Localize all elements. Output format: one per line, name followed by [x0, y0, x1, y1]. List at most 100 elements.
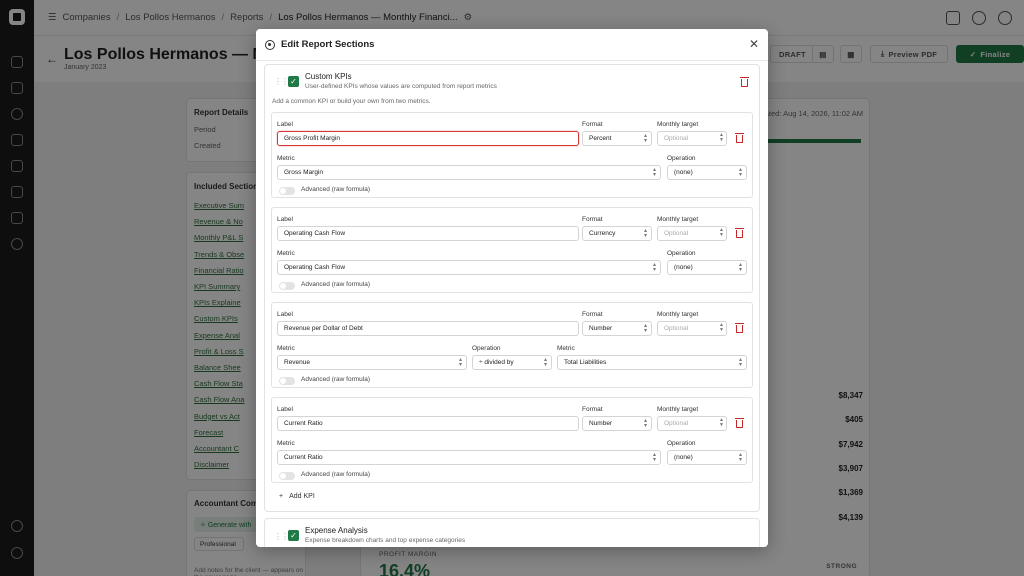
target-placeholder: Optional — [664, 230, 689, 237]
advanced-toggle[interactable] — [279, 472, 295, 480]
edit-report-sections-dialog: Edit Report Sections ✕ ⋮⋮ ✓ Custom KPIs … — [256, 29, 768, 547]
trash-icon[interactable] — [735, 323, 744, 333]
metric-value: Operating Cash Flow — [284, 264, 346, 271]
chevron-updown-icon: ▴ ▾ — [643, 228, 647, 239]
add-kpi-button[interactable]: + Add KPI — [279, 493, 315, 500]
trash-icon[interactable] — [735, 228, 744, 238]
checkbox-custom-kpis[interactable]: ✓ — [288, 76, 299, 87]
plus-icon: + — [279, 493, 284, 500]
metric-select[interactable]: Revenue ▴ ▾ — [277, 355, 467, 370]
monthly-target-input[interactable]: Optional ▲ ▼ — [657, 416, 727, 431]
trash-icon[interactable] — [735, 418, 744, 428]
chevron-updown-icon: ▴ ▾ — [652, 452, 656, 463]
stepper-icon[interactable]: ▲ ▼ — [719, 323, 724, 333]
operation-value: ÷ divided by — [479, 359, 514, 366]
metric-value: Current Ratio — [284, 454, 323, 461]
second-metric-field-label: Metric — [557, 345, 575, 352]
metric-field-label: Metric — [277, 155, 295, 162]
target-placeholder: Optional — [664, 325, 689, 332]
custom-kpis-description: User-defined KPIs whose values are compu… — [305, 83, 497, 90]
chevron-updown-icon: ▴ ▾ — [738, 357, 742, 368]
format-select[interactable]: Currency ▴ ▾ — [582, 226, 652, 241]
stepper-icon[interactable]: ▲ ▼ — [719, 228, 724, 238]
target-placeholder: Optional — [664, 135, 689, 142]
stepper-icon[interactable]: ▲ ▼ — [719, 418, 724, 428]
format-select[interactable]: Percent ▴ ▾ — [582, 131, 652, 146]
format-field-label: Format — [582, 121, 603, 128]
format-value: Currency — [589, 230, 616, 237]
kpi-card: Label Current Ratio Format Number ▴ ▾ Mont… — [271, 397, 753, 483]
label-field-label: Label — [277, 216, 293, 223]
operation-value: (none) — [674, 264, 693, 271]
operation-select[interactable]: (none) ▴ ▾ — [667, 165, 747, 180]
format-select[interactable]: Number ▴ ▾ — [582, 321, 652, 336]
operation-select[interactable]: (none) ▴ ▾ — [667, 450, 747, 465]
chevron-updown-icon: ▴ ▾ — [738, 452, 742, 463]
kpi-card: Label Revenue per Dollar of Debt Format … — [271, 302, 753, 388]
expense-analysis-title: Expense Analysis — [305, 526, 368, 535]
operation-field-label: Operation — [667, 155, 696, 162]
format-value: Number — [589, 325, 613, 332]
operation-field-label: Operation — [667, 440, 696, 447]
trash-icon[interactable] — [735, 133, 744, 143]
monthly-target-input[interactable]: Optional ▲ ▼ — [657, 226, 727, 241]
second-metric-value: Total Liabilities — [564, 359, 607, 366]
metric-select[interactable]: Current Ratio ▴ ▾ — [277, 450, 661, 465]
advanced-toggle[interactable] — [279, 187, 295, 195]
advanced-label: Advanced (raw formula) — [301, 376, 370, 383]
dialog-header: Edit Report Sections ✕ — [256, 29, 768, 61]
drag-handle-icon[interactable]: ⋮⋮ — [274, 77, 289, 86]
checkbox-expense-analysis[interactable]: ✓ — [288, 530, 299, 541]
advanced-label: Advanced (raw formula) — [301, 281, 370, 288]
format-field-label: Format — [582, 406, 603, 413]
chevron-updown-icon: ▴ ▾ — [652, 262, 656, 273]
kpi-card: Label Gross Profit Margin Format Percent… — [271, 112, 753, 198]
expense-analysis-description: Expense breakdown charts and top expense… — [305, 537, 466, 544]
kpi-label-input[interactable]: Current Ratio — [277, 416, 579, 431]
kpi-card: Label Operating Cash Flow Format Currenc… — [271, 207, 753, 293]
drag-handle-icon[interactable]: ⋮⋮ — [274, 532, 289, 541]
format-value: Percent — [589, 135, 612, 142]
operation-value: (none) — [674, 169, 693, 176]
format-field-label: Format — [582, 216, 603, 223]
advanced-label: Advanced (raw formula) — [301, 186, 370, 193]
operation-field-label: Operation — [472, 345, 501, 352]
section-expense-analysis: ⋮⋮ ✓ Expense Analysis Expense breakdown … — [264, 518, 760, 547]
chevron-updown-icon: ▴ ▾ — [458, 357, 462, 368]
metric-field-label: Metric — [277, 440, 295, 447]
operation-field-label: Operation — [667, 250, 696, 257]
format-field-label: Format — [582, 311, 603, 318]
format-select[interactable]: Number ▴ ▾ — [582, 416, 652, 431]
metric-field-label: Metric — [277, 345, 295, 352]
gear-icon — [265, 40, 275, 50]
trash-icon[interactable] — [740, 77, 749, 87]
label-field-label: Label — [277, 311, 293, 318]
format-value: Number — [589, 420, 613, 427]
monthly-target-input[interactable]: Optional ▲ ▼ — [657, 321, 727, 336]
monthly-target-input[interactable]: Optional ▲ ▼ — [657, 131, 727, 146]
kpi-label-input[interactable]: Gross Profit Margin — [277, 131, 579, 146]
dialog-title: Edit Report Sections — [281, 39, 375, 50]
label-field-label: Label — [277, 406, 293, 413]
advanced-toggle[interactable] — [279, 282, 295, 290]
operation-select[interactable]: ÷ divided by ▴ ▾ — [472, 355, 552, 370]
target-placeholder: Optional — [664, 420, 689, 427]
add-kpi-label: Add KPI — [289, 493, 315, 500]
kpi-label-input[interactable]: Operating Cash Flow — [277, 226, 579, 241]
kpi-label-input[interactable]: Revenue per Dollar of Debt — [277, 321, 579, 336]
chevron-updown-icon: ▴ ▾ — [738, 262, 742, 273]
advanced-toggle[interactable] — [279, 377, 295, 385]
second-metric-select[interactable]: Total Liabilities ▴ ▾ — [557, 355, 747, 370]
chevron-updown-icon: ▴ ▾ — [643, 418, 647, 429]
close-icon[interactable]: ✕ — [749, 37, 759, 51]
metric-select[interactable]: Operating Cash Flow ▴ ▾ — [277, 260, 661, 275]
chevron-updown-icon: ▴ ▾ — [643, 133, 647, 144]
dialog-body: ⋮⋮ ✓ Custom KPIs User-defined KPIs whose… — [264, 64, 760, 547]
section-custom-kpis: ⋮⋮ ✓ Custom KPIs User-defined KPIs whose… — [264, 64, 760, 512]
monthly-target-field-label: Monthly target — [657, 216, 699, 223]
monthly-target-field-label: Monthly target — [657, 121, 699, 128]
operation-select[interactable]: (none) ▴ ▾ — [667, 260, 747, 275]
monthly-target-field-label: Monthly target — [657, 311, 699, 318]
metric-select[interactable]: Gross Margin ▴ ▾ — [277, 165, 661, 180]
stepper-icon[interactable]: ▲ ▼ — [719, 133, 724, 143]
